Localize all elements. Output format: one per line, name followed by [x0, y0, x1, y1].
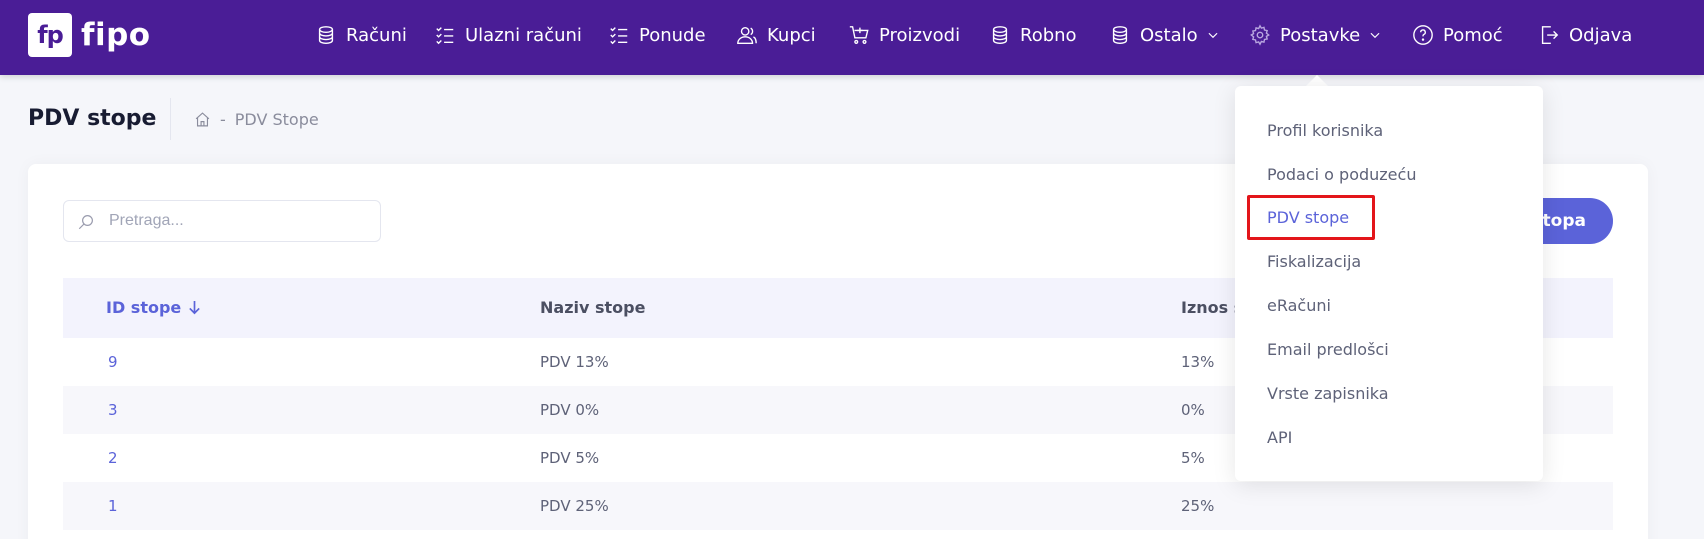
table-row[interactable]: 1 PDV 25% 25% [63, 482, 1613, 530]
column-header-id[interactable]: ID stope [106, 298, 202, 317]
cell-amount: 13% [1181, 353, 1215, 371]
cell-id[interactable]: 9 [108, 353, 118, 371]
breadcrumb: - PDV Stope [194, 110, 319, 129]
nav-label: Postavke [1280, 24, 1361, 46]
nav-item-odjava[interactable]: Odjava [1538, 0, 1632, 70]
page-title: PDV stope [28, 106, 157, 131]
nav-item-ulazni-racuni[interactable]: Ulazni računi [434, 0, 582, 70]
cell-name: PDV 13% [540, 353, 609, 371]
logout-icon [1541, 26, 1559, 44]
nav-item-pomoc[interactable]: Pomoć [1412, 0, 1503, 70]
app-logo[interactable]: fp fipo [28, 13, 151, 57]
menu-item-vrste-zapisnika[interactable]: Vrste zapisnika [1267, 384, 1389, 403]
breadcrumb-separator: - [220, 110, 226, 129]
checklist-icon [610, 27, 628, 45]
nav-label: Ponude [639, 24, 706, 46]
nav-label: Računi [346, 24, 407, 46]
add-rate-button-label: topa [1542, 211, 1586, 231]
nav-label: Kupci [767, 24, 816, 46]
logo-mark: fp [28, 13, 72, 57]
column-header-name[interactable]: Naziv stope [540, 298, 645, 317]
settings-dropdown [1235, 86, 1543, 481]
logo-text: fipo [81, 17, 151, 53]
nav-item-kupci[interactable]: Kupci [736, 0, 816, 70]
nav-label: Odjava [1569, 24, 1633, 46]
help-icon [1413, 25, 1433, 45]
menu-item-profil-korisnika[interactable]: Profil korisnika [1267, 121, 1383, 140]
cell-id[interactable]: 1 [108, 497, 118, 515]
chevron-down-icon [1208, 32, 1218, 39]
top-navbar: fp fipo Računi Ulazni računi Ponude Kupc… [0, 0, 1704, 75]
search-icon [78, 215, 93, 230]
nav-label: Proizvodi [879, 24, 961, 46]
nav-item-proizvodi[interactable]: Proizvodi [848, 0, 960, 70]
highlight-box [1247, 195, 1375, 240]
nav-item-robno[interactable]: Robno [989, 0, 1077, 70]
search-input[interactable] [109, 201, 374, 241]
search-box [63, 200, 381, 242]
nav-item-racuni[interactable]: Računi [315, 0, 407, 70]
coins-icon [1112, 26, 1128, 44]
coins-icon [992, 26, 1008, 44]
menu-item-fiskalizacija[interactable]: Fiskalizacija [1267, 252, 1361, 271]
chevron-down-icon [1370, 32, 1380, 39]
menu-item-email-predlosci[interactable]: Email predlošci [1267, 340, 1389, 359]
users-icon [737, 26, 757, 44]
nav-label: Ulazni računi [465, 24, 582, 46]
cell-amount: 25% [1181, 497, 1215, 515]
cell-amount: 0% [1181, 401, 1205, 419]
menu-item-eracuni[interactable]: eRačuni [1267, 296, 1331, 315]
cell-id[interactable]: 3 [108, 401, 118, 419]
home-icon[interactable] [194, 111, 211, 128]
nav-item-ponude[interactable]: Ponude [608, 0, 706, 70]
nav-label: Robno [1020, 24, 1077, 46]
column-header-id-label: ID stope [106, 298, 182, 317]
nav-label: Pomoć [1443, 24, 1503, 46]
nav-item-postavke[interactable]: Postavke [1249, 0, 1382, 70]
sort-down-icon [189, 300, 201, 315]
dropdown-caret [1306, 75, 1328, 86]
nav-item-ostalo[interactable]: Ostalo [1109, 0, 1220, 70]
breadcrumb-current: PDV Stope [234, 110, 319, 129]
cell-id[interactable]: 2 [108, 449, 118, 467]
checklist-icon [436, 27, 454, 45]
column-header-amount[interactable]: Iznos s [1181, 298, 1243, 317]
coins-icon [318, 26, 334, 44]
cart-icon [849, 26, 869, 44]
header-divider [170, 98, 171, 140]
cell-name: PDV 0% [540, 401, 600, 419]
gear-icon [1250, 24, 1270, 46]
menu-item-podaci-o-poduzecu[interactable]: Podaci o poduzeću [1267, 165, 1416, 184]
cell-name: PDV 5% [540, 449, 600, 467]
cell-amount: 5% [1181, 449, 1205, 467]
nav-label: Ostalo [1140, 24, 1198, 46]
menu-item-api[interactable]: API [1267, 428, 1292, 447]
cell-name: PDV 25% [540, 497, 609, 515]
